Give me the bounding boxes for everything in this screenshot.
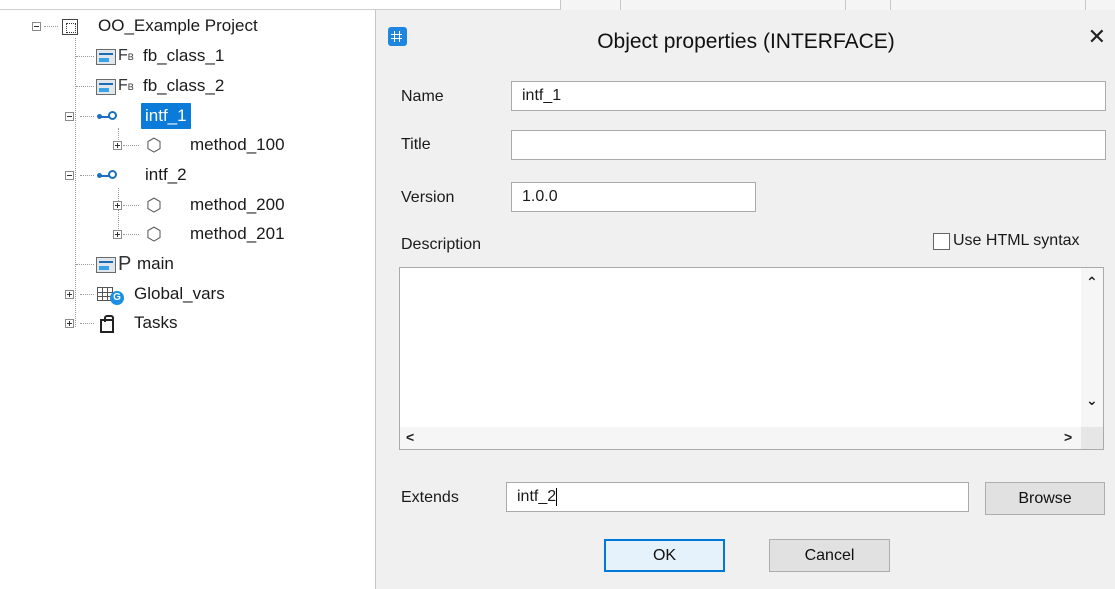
program-icon	[96, 257, 116, 273]
tree-item-fb-class-1[interactable]: FB fb_class_1	[0, 43, 375, 69]
tree-item-fb-class-2[interactable]: FB fb_class_2	[0, 73, 375, 99]
text-caret	[556, 487, 558, 506]
expand-icon[interactable]	[113, 201, 122, 210]
tree-item-label: Global_vars	[134, 284, 225, 303]
expand-icon[interactable]	[65, 319, 74, 328]
expand-icon[interactable]	[65, 290, 74, 299]
tree-item-label: method_100	[190, 135, 285, 154]
column-divider	[890, 0, 891, 10]
tree-item-global-vars[interactable]: G Global_vars	[0, 281, 375, 307]
cube-icon: ⬡	[146, 135, 162, 155]
column-divider	[1085, 0, 1086, 10]
tree-item-method-100[interactable]: ⬡ method_100	[0, 132, 375, 158]
fb-type-glyph: FB	[118, 77, 134, 94]
object-properties-dialog: Object properties (INTERFACE) ✕ Name int…	[375, 10, 1115, 589]
tree-item-method-200[interactable]: ⬡ method_200	[0, 192, 375, 218]
close-icon[interactable]: ✕	[1088, 24, 1106, 50]
tree-item-label: method_201	[190, 224, 285, 243]
version-label: Version	[401, 189, 455, 206]
fb-type-glyph: FB	[118, 47, 134, 64]
extends-value: intf_2	[517, 488, 557, 505]
html-syntax-checkbox[interactable]	[933, 233, 950, 250]
title-label: Title	[401, 136, 431, 153]
global-badge-icon: G	[110, 291, 124, 305]
version-field[interactable]: 1.0.0	[511, 182, 756, 212]
project-tree: OO_Example Project FB fb_class_1 FB fb_c…	[0, 0, 560, 589]
cube-icon: ⬡	[146, 195, 162, 215]
expand-icon[interactable]	[113, 230, 122, 239]
collapse-icon[interactable]	[65, 112, 74, 121]
tree-item-intf-2[interactable]: intf_2	[0, 162, 375, 188]
function-block-icon	[96, 49, 116, 65]
column-divider	[620, 0, 621, 10]
tree-item-label: main	[137, 254, 174, 273]
tree-item-tasks[interactable]: Tasks	[0, 310, 375, 336]
tree-item-intf-1[interactable]: intf_1	[0, 103, 375, 129]
ok-button[interactable]: OK	[604, 539, 725, 572]
tree-item-label-selected: intf_1	[141, 103, 191, 129]
column-divider	[845, 0, 846, 10]
scrollbar-corner	[1081, 427, 1103, 449]
project-icon	[62, 19, 78, 35]
scroll-up-icon[interactable]: ⌃	[1086, 274, 1098, 291]
tree-item-label: OO_Example Project	[98, 16, 258, 35]
scroll-down-icon[interactable]: ⌄	[1086, 392, 1098, 409]
tree-item-main[interactable]: P main	[0, 251, 375, 277]
function-block-icon	[96, 79, 116, 95]
collapse-icon[interactable]	[32, 22, 41, 31]
tree-item-label: fb_class_1	[143, 46, 225, 65]
title-field[interactable]	[511, 130, 1106, 160]
scroll-right-icon[interactable]: >	[1064, 429, 1072, 445]
expand-icon[interactable]	[113, 141, 122, 150]
cube-icon: ⬡	[146, 224, 162, 244]
tree-item-label: Tasks	[134, 313, 178, 332]
extends-field[interactable]: intf_2	[506, 482, 969, 512]
extends-label: Extends	[401, 489, 459, 506]
tree-item-method-201[interactable]: ⬡ method_201	[0, 221, 375, 247]
scroll-left-icon[interactable]: <	[406, 429, 414, 445]
tree-item-project[interactable]: OO_Example Project	[0, 13, 375, 39]
column-divider	[560, 0, 561, 10]
program-type-glyph: P	[118, 253, 132, 275]
tree-item-label: intf_2	[145, 165, 187, 184]
browse-button[interactable]: Browse	[985, 482, 1105, 515]
bag-icon	[100, 315, 114, 333]
collapse-icon[interactable]	[65, 171, 74, 180]
description-label: Description	[401, 236, 482, 253]
name-field[interactable]: intf_1	[511, 81, 1106, 111]
description-textarea[interactable]: ⌃ ⌄ < >	[399, 267, 1104, 450]
html-syntax-label[interactable]: Use HTML syntax	[953, 232, 1080, 250]
tree-item-label: fb_class_2	[143, 76, 225, 95]
interface-lollipop-icon	[97, 110, 121, 122]
interface-lollipop-icon	[97, 169, 121, 181]
vertical-scrollbar[interactable]: ⌃ ⌄	[1081, 268, 1103, 428]
dialog-title: Object properties (INTERFACE)	[597, 30, 895, 53]
cancel-button[interactable]: Cancel	[769, 539, 890, 572]
name-label: Name	[401, 88, 444, 105]
horizontal-scrollbar[interactable]: < >	[400, 427, 1083, 449]
tree-item-label: method_200	[190, 195, 285, 214]
